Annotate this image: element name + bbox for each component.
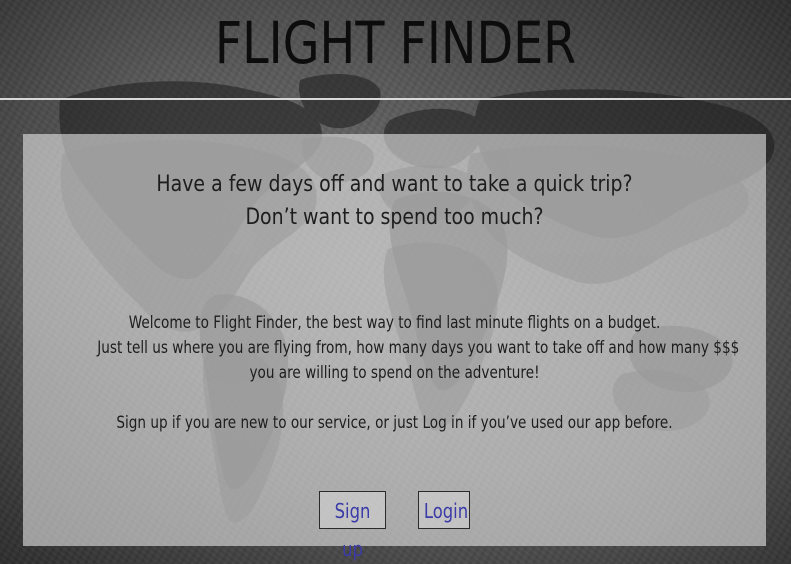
login-button[interactable]: Login: [418, 491, 470, 529]
site-title: FLIGHT FINDER: [214, 9, 577, 77]
signup-button[interactable]: Sign up: [319, 491, 386, 561]
intro-line: Welcome to Flight Finder, the best way t…: [128, 313, 661, 333]
cta-text: Sign up if you are new to our service, o…: [116, 413, 673, 433]
signup-button-label: Sign up: [334, 499, 371, 561]
site-header: FLIGHT FINDER: [0, 0, 791, 100]
intro-line: Just tell us where you are flying from, …: [97, 338, 740, 358]
login-button-label: Login: [423, 499, 469, 523]
intro-line: you are willing to spend on the adventur…: [249, 363, 540, 383]
intro-text: Welcome to Flight Finder, the best way t…: [97, 311, 740, 436]
headline: Have a few days off and want to take a q…: [75, 168, 714, 234]
headline-line: Don’t want to spend too much?: [245, 205, 544, 230]
welcome-panel: Have a few days off and want to take a q…: [23, 134, 766, 561]
headline-line: Have a few days off and want to take a q…: [156, 172, 633, 197]
